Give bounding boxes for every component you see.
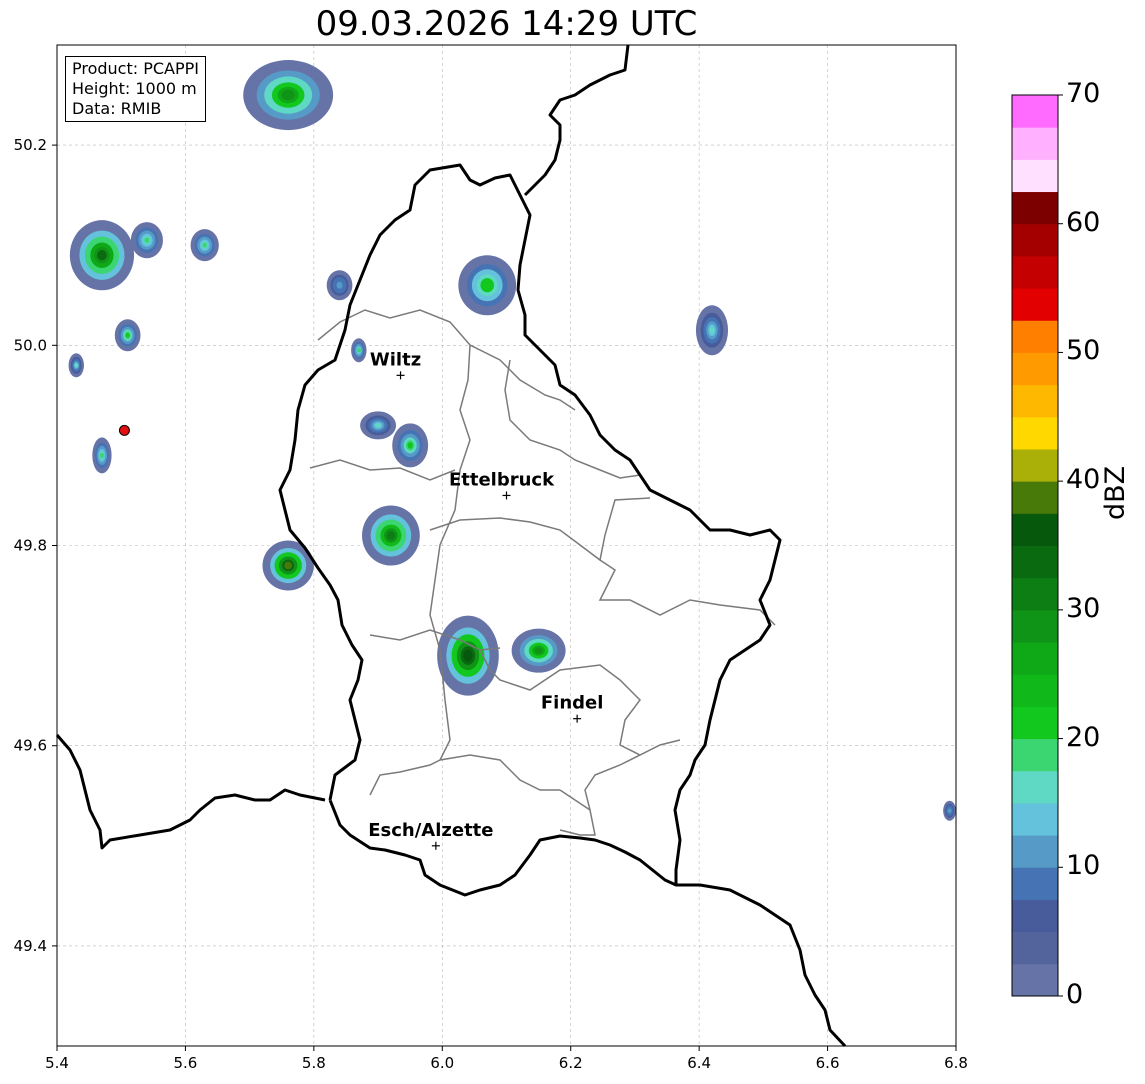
colorbar-tick-label: 60: [1066, 206, 1101, 238]
colorbar-segment: [1012, 835, 1058, 868]
colorbar-segment: [1012, 513, 1058, 546]
x-tick-label: 6.4: [687, 1054, 711, 1072]
colorbar-segment: [1012, 963, 1058, 997]
colorbar-tick-label: 40: [1066, 464, 1101, 496]
echo-ring: [337, 282, 342, 288]
colorbar-segment: [1012, 931, 1058, 965]
colorbar-segment: [1012, 481, 1058, 514]
colorbar-segment: [1012, 738, 1058, 772]
echo-ring: [97, 249, 107, 261]
echo-ring: [375, 423, 381, 428]
y-tick-label: 49.4: [14, 937, 47, 955]
echo-ring: [534, 647, 543, 654]
echo-ring: [482, 280, 492, 290]
colorbar-segment: [1012, 770, 1058, 804]
colorbar-segment: [1012, 642, 1058, 675]
colorbar-tick-label: 20: [1066, 721, 1101, 753]
echo-ring: [356, 348, 361, 353]
echo-ring: [463, 649, 473, 662]
city-label: Findel: [541, 693, 604, 714]
colorbar-tick-label: 70: [1066, 78, 1101, 109]
colorbar-segment: [1012, 867, 1058, 900]
colorbar-tick-label: 30: [1066, 592, 1101, 624]
colorbar-segment: [1012, 320, 1058, 353]
x-tick-label: 6.6: [816, 1054, 840, 1072]
city-label: Ettelbruck: [449, 469, 555, 490]
x-tick-label: 6.8: [944, 1054, 968, 1072]
echo-ring: [202, 242, 207, 248]
colorbar-segment: [1012, 448, 1058, 482]
product-line: Product: PCAPPI: [72, 59, 200, 78]
colorbar-segment: [1012, 288, 1058, 321]
colorbar-segment: [1012, 223, 1058, 257]
y-tick-label: 50.2: [14, 136, 47, 154]
x-tick-label: 5.8: [302, 1054, 326, 1072]
colorbar-unit-label: dBZ: [1100, 465, 1131, 520]
height-line: Height: 1000 m: [72, 79, 197, 98]
colorbar-segment: [1012, 802, 1058, 836]
x-tick-label: 5.6: [173, 1054, 197, 1072]
city-label: Esch/Alzette: [368, 820, 493, 841]
colorbar-segment: [1012, 609, 1058, 643]
colorbar-segment: [1012, 159, 1058, 193]
colorbar-segment: [1012, 545, 1058, 579]
colorbar-segment: [1012, 255, 1058, 289]
map-title: 09.03.2026 14:29 UTC: [315, 4, 698, 44]
colorbar-segment: [1012, 674, 1058, 707]
echo-ring: [125, 332, 130, 338]
radar-site-marker: [118, 424, 130, 436]
colorbar-tick-label: 0: [1066, 979, 1084, 1010]
radar-map: Wiltz Ettelbruck Findel Esch/Alzette 5.4 5.6…: [14, 44, 1063, 1072]
source-line: Data: RMIB: [72, 99, 162, 118]
x-tick-label: 6.0: [430, 1054, 454, 1072]
colorbar-tick-label: 10: [1066, 850, 1101, 882]
colorbar: [1011, 94, 1063, 997]
y-tick-label: 50.0: [14, 336, 47, 354]
colorbar-segment: [1012, 706, 1058, 740]
echo-ring: [386, 530, 396, 540]
echo-ring: [284, 561, 293, 570]
echo-ring: [407, 442, 413, 449]
y-tick-label: 49.6: [14, 737, 47, 755]
city-label: Wiltz: [370, 349, 421, 370]
product-info-box: Product: PCAPPI Height: 1000 m Data: RMI…: [65, 56, 207, 122]
colorbar-segment: [1012, 384, 1058, 418]
colorbar-segment: [1012, 127, 1058, 160]
echo-ring: [281, 89, 295, 101]
echo-ring: [947, 808, 952, 813]
colorbar-tick-label: 50: [1066, 335, 1101, 367]
colorbar-segment: [1012, 577, 1058, 611]
colorbar-segment: [1012, 416, 1058, 450]
y-tick-label: 49.8: [14, 537, 47, 555]
echo-ring: [74, 363, 79, 368]
echo-ring: [709, 326, 715, 335]
colorbar-segment: [1012, 352, 1058, 386]
colorbar-segment: [1012, 899, 1058, 933]
x-tick-label: 6.2: [559, 1054, 583, 1072]
colorbar-segment: [1012, 95, 1058, 128]
echo-ring: [99, 452, 104, 459]
x-tick-label: 5.4: [45, 1054, 69, 1072]
echo-ring: [144, 237, 150, 243]
colorbar-segment: [1012, 191, 1058, 225]
